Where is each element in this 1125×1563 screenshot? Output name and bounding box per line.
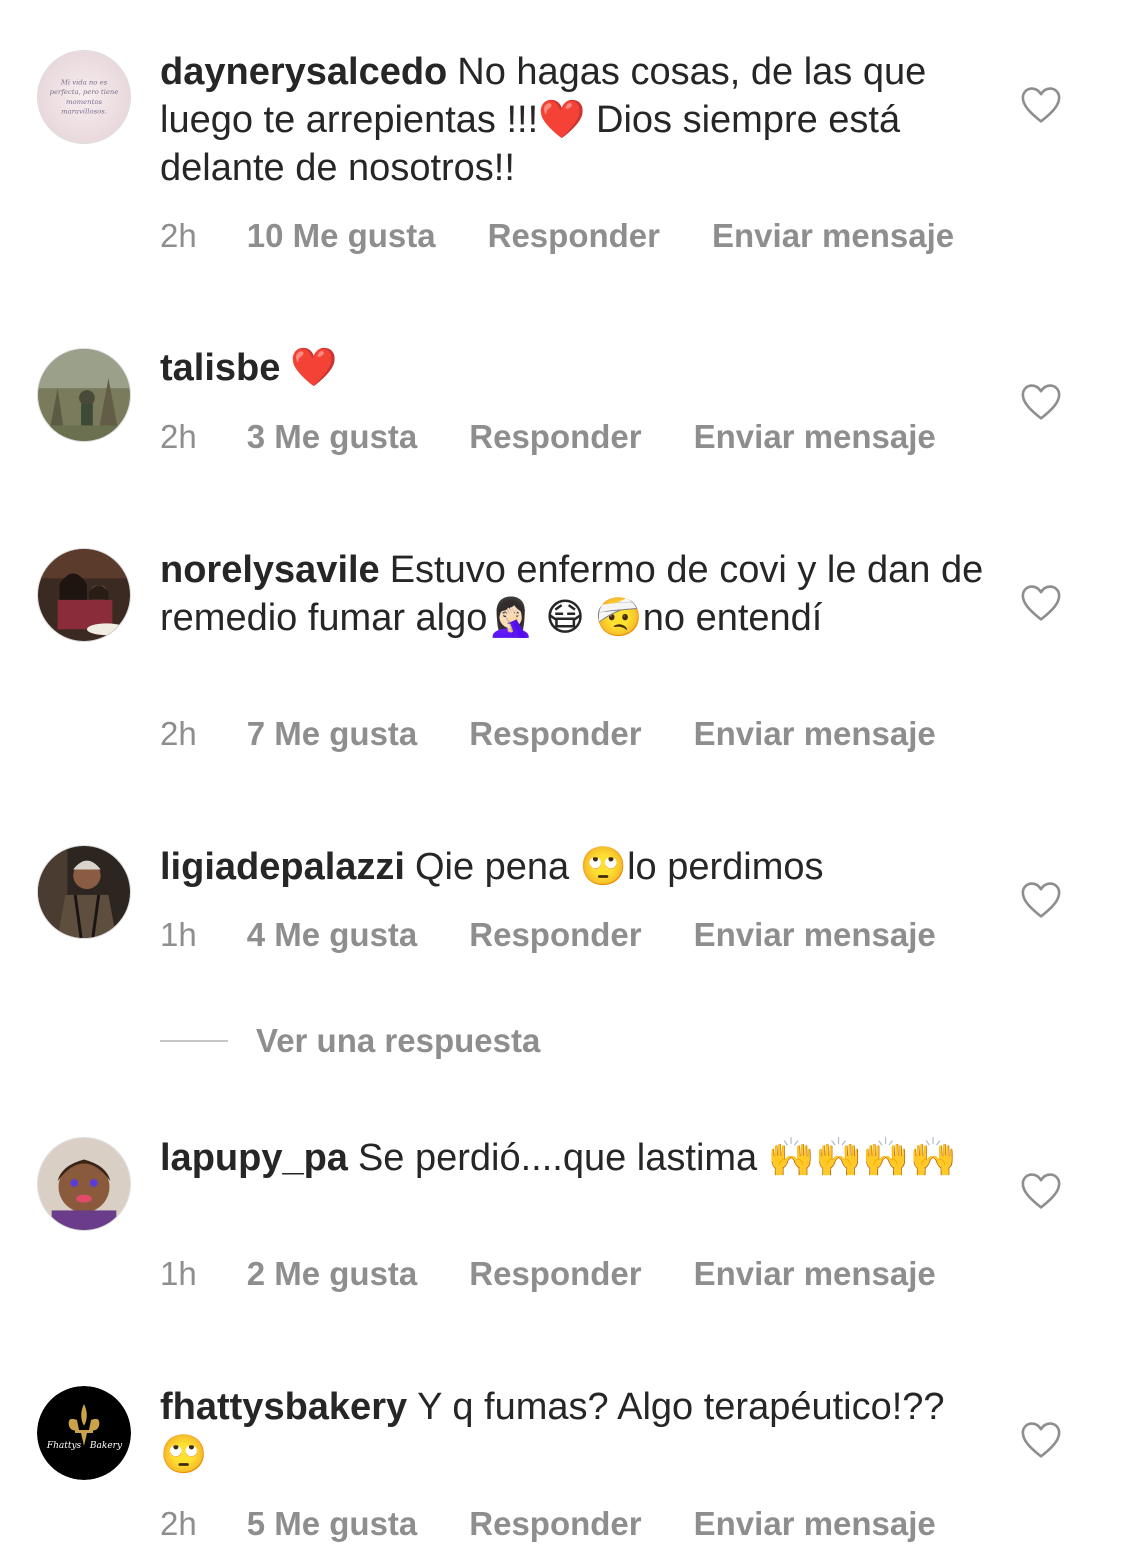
avatar-image (38, 1138, 130, 1230)
comment-time: 1h (160, 1255, 197, 1292)
send-message-button[interactable]: Enviar mensaje (694, 418, 936, 456)
comment-username[interactable]: norelysavile (160, 549, 380, 591)
avatar[interactable] (37, 845, 131, 939)
reply-button[interactable]: Responder (469, 916, 641, 954)
heart-icon[interactable] (1020, 1421, 1062, 1459)
comment-text-block: fhattysbakery Y q fumas? Algo terapéutico… (160, 1383, 990, 1479)
send-message-button[interactable]: Enviar mensaje (694, 1255, 936, 1293)
comment-text-block: lapupy_pa Se perdió....que lastima 🙌🙌🙌🙌 (160, 1134, 990, 1182)
comment-text-block: talisbe ❤️ (160, 344, 990, 392)
send-message-button[interactable]: Enviar mensaje (712, 217, 954, 255)
heart-icon[interactable] (1020, 383, 1062, 421)
likes-count[interactable]: 10 Me gusta (247, 217, 436, 255)
likes-count[interactable]: 4 Me gusta (247, 916, 418, 954)
comment-meta: 2h 5 Me gusta Responder Enviar mensaje (160, 1505, 936, 1543)
comment-username[interactable]: ligiadepalazzi (160, 846, 405, 888)
likes-count[interactable]: 5 Me gusta (247, 1505, 418, 1543)
svg-text:momentos: momentos (66, 98, 102, 106)
heart-icon[interactable] (1020, 881, 1062, 919)
avatar-image: Mi vida no es perfecta, pero tiene momen… (38, 51, 130, 143)
comment-text: Qie pena 🙄lo perdimos (414, 846, 824, 888)
comment-text-block: norelysavile Estuvo enfermo de covi y le … (160, 546, 990, 642)
heart-icon[interactable] (1020, 86, 1062, 124)
comment-time: 2h (160, 715, 197, 752)
reply-button[interactable]: Responder (469, 1255, 641, 1293)
reply-button[interactable]: Responder (469, 418, 641, 456)
comment-time: 1h (160, 916, 197, 953)
svg-text:Fhattys: Fhattys (46, 1441, 82, 1451)
reply-button[interactable]: Responder (469, 1505, 641, 1543)
heart-icon[interactable] (1020, 584, 1062, 622)
comment-text: ❤️ (290, 347, 338, 389)
comment-username[interactable]: daynerysalcedo (160, 51, 447, 93)
avatar[interactable] (37, 1137, 131, 1231)
comment-time: 2h (160, 1505, 197, 1542)
comment-username[interactable]: fhattysbakery (160, 1386, 407, 1428)
comment-meta: 2h 7 Me gusta Responder Enviar mensaje (160, 715, 936, 753)
comment-time: 2h (160, 217, 197, 254)
likes-count[interactable]: 2 Me gusta (247, 1255, 418, 1293)
comment-meta: 1h 2 Me gusta Responder Enviar mensaje (160, 1255, 936, 1293)
avatar-image (38, 549, 130, 641)
reply-button[interactable]: Responder (469, 715, 641, 753)
comment-username[interactable]: lapupy_pa (160, 1137, 348, 1179)
avatar-image: Fhattys Bakery (37, 1386, 131, 1480)
avatar[interactable] (37, 548, 131, 642)
reply-button[interactable]: Responder (488, 217, 660, 255)
view-replies-divider (160, 1040, 228, 1042)
avatar-image (38, 846, 130, 938)
avatar-image (38, 349, 130, 441)
avatar[interactable]: Mi vida no es perfecta, pero tiene momen… (37, 50, 131, 144)
comment-time: 2h (160, 418, 197, 455)
avatar[interactable] (37, 348, 131, 442)
comment-meta: 1h 4 Me gusta Responder Enviar mensaje (160, 916, 936, 954)
send-message-button[interactable]: Enviar mensaje (694, 916, 936, 954)
svg-text:Mi vida no es: Mi vida no es (60, 78, 108, 86)
comment-meta: 2h 3 Me gusta Responder Enviar mensaje (160, 418, 936, 456)
comment-meta: 2h 10 Me gusta Responder Enviar mensaje (160, 217, 954, 255)
view-replies-button[interactable]: Ver una respuesta (160, 1022, 540, 1060)
send-message-button[interactable]: Enviar mensaje (694, 715, 936, 753)
comment-username[interactable]: talisbe (160, 347, 280, 389)
svg-text:maravillosos.: maravillosos. (61, 108, 107, 116)
likes-count[interactable]: 3 Me gusta (247, 418, 418, 456)
send-message-button[interactable]: Enviar mensaje (694, 1505, 936, 1543)
comment-text-block: ligiadepalazzi Qie pena 🙄lo perdimos (160, 843, 990, 891)
view-replies-label: Ver una respuesta (256, 1022, 541, 1059)
svg-text:Bakery: Bakery (89, 1441, 123, 1451)
comment-text: Se perdió....que lastima 🙌🙌🙌🙌 (357, 1137, 957, 1179)
avatar[interactable]: Fhattys Bakery (37, 1386, 131, 1480)
heart-icon[interactable] (1020, 1172, 1062, 1210)
likes-count[interactable]: 7 Me gusta (247, 715, 418, 753)
comment-text-block: daynerysalcedo No hagas cosas, de las que… (160, 48, 990, 192)
svg-text:perfecta, pero tiene: perfecta, pero tiene (50, 88, 119, 96)
